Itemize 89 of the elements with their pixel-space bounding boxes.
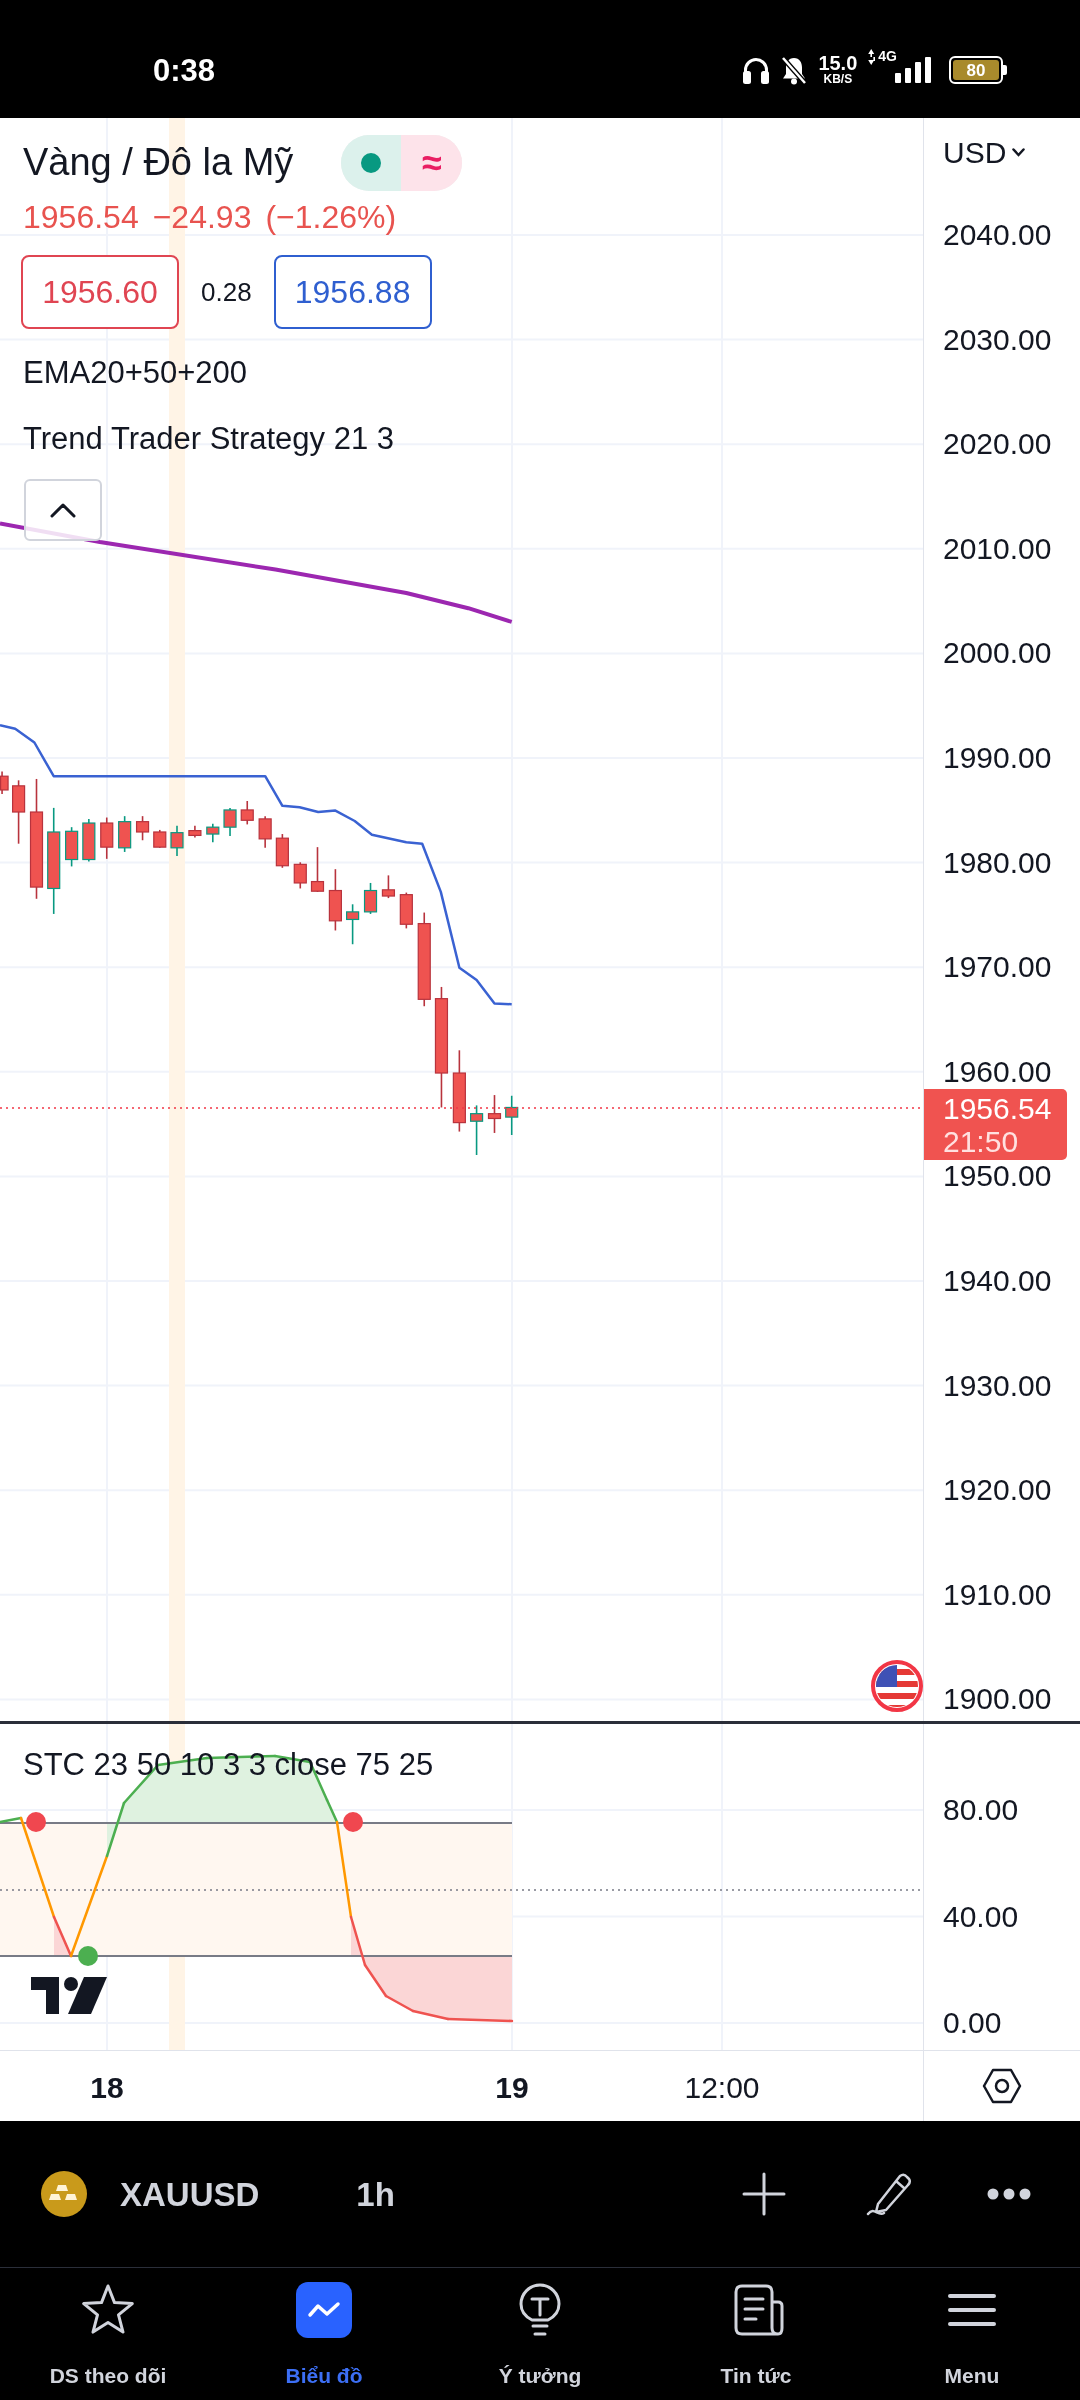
candle (188, 825, 202, 839)
candle (346, 903, 360, 946)
signal-dot-icon (343, 1812, 363, 1832)
candle (170, 825, 184, 857)
price-tick: 2020.00 (943, 429, 1052, 460)
bar-countdown: 21:50 (943, 1124, 1020, 1158)
candle (381, 874, 396, 899)
candle (469, 1104, 484, 1156)
candle (505, 1094, 519, 1136)
indicator-label[interactable]: Trend Trader Strategy 21 3 (23, 419, 395, 459)
symbol-button[interactable]: XAUUSD (120, 2177, 260, 2211)
price-tick: 1930.00 (943, 1370, 1052, 1401)
indicator-tick: 0.00 (943, 2008, 1002, 2038)
candle (135, 815, 150, 842)
buy-button[interactable]: 1956.88 (273, 255, 432, 329)
pencil-icon[interactable] (864, 2170, 912, 2218)
candle (487, 1094, 502, 1134)
time-label: 18 (90, 2071, 124, 2104)
candle (100, 816, 114, 860)
signal-dot-icon (26, 1812, 46, 1832)
candle (328, 868, 342, 932)
time-label: 19 (495, 2071, 529, 2104)
market-status-pill[interactable]: ≈ (341, 135, 463, 191)
price-tick: 1920.00 (943, 1475, 1052, 1506)
indicator-tick: 40.00 (943, 1901, 1019, 1932)
indicator-label[interactable]: EMA20+50+200 (23, 353, 248, 393)
indicator-tick: 80.00 (943, 1795, 1019, 1825)
candle (65, 826, 79, 868)
price-tick: 1900.00 (943, 1684, 1052, 1715)
nav-tab[interactable]: DS theo dõi (0, 2268, 216, 2400)
nav-tab[interactable]: Menu (864, 2268, 1080, 2400)
price-tick: 2010.00 (943, 533, 1052, 564)
candle (275, 833, 289, 869)
ingots-icon (41, 2171, 87, 2217)
nav-tab[interactable]: Ý tưởng (432, 2268, 648, 2400)
price-tick: 2000.00 (943, 638, 1052, 669)
clock-text: 0:38 (153, 54, 216, 86)
signal-bars-icon (895, 57, 931, 83)
price-change-text: −24.93 (152, 199, 252, 235)
headphones-icon (742, 56, 771, 84)
candle (153, 829, 167, 849)
candle (82, 818, 96, 863)
data-arrows-icon (867, 49, 877, 66)
price-tick: 1990.00 (943, 742, 1052, 773)
candle (0, 770, 9, 795)
candle (310, 846, 325, 893)
add-icon[interactable] (742, 2172, 786, 2216)
delay-symbol: ≈ (421, 145, 442, 181)
price-tick: 2030.00 (943, 324, 1052, 355)
price-tick: 2040.00 (943, 220, 1052, 250)
price-tick: 1970.00 (943, 952, 1052, 983)
chevron-down-icon (1012, 147, 1026, 157)
bell-muted-icon (780, 55, 809, 85)
sell-button[interactable]: 1956.60 (21, 255, 179, 329)
price-tick: 1910.00 (943, 1579, 1052, 1610)
network-type-text: 4G (878, 49, 897, 64)
nav-tab[interactable]: Tin tức (648, 2268, 864, 2400)
candle (293, 861, 307, 890)
candle (258, 815, 272, 849)
flag-icon (871, 1660, 923, 1712)
candle (118, 815, 132, 853)
price-tick: 1940.00 (943, 1265, 1052, 1296)
signal-dot-icon (78, 1946, 98, 1966)
collapse-button[interactable] (24, 479, 102, 541)
time-label: 12:00 (684, 2071, 760, 2104)
nav-tab[interactable]: Biểu đồ (216, 2268, 432, 2400)
speed-text: 15.0 (818, 53, 858, 74)
speed-unit-text: KB/S (823, 73, 853, 87)
interval-button[interactable]: 1h (356, 2177, 395, 2211)
candle (399, 891, 413, 930)
price-tick: 1980.00 (943, 847, 1052, 878)
candle (206, 822, 220, 844)
candle (363, 882, 378, 915)
spread-text: 0.28 (201, 275, 252, 309)
chart-icon (296, 2282, 352, 2338)
settings-icon[interactable] (982, 2068, 1022, 2104)
logo-icon (31, 1977, 107, 2014)
candle (240, 800, 254, 826)
price-tick: 1960.00 (943, 1056, 1052, 1087)
percent-change-text: (−1.26%) (265, 199, 397, 235)
price-tick: 1950.00 (943, 1161, 1052, 1192)
symbol-title[interactable]: Vàng / Đô la Mỹ (23, 142, 294, 184)
candle (223, 807, 237, 837)
candle (12, 779, 26, 845)
last-price-text: 1956.54 (23, 199, 139, 235)
last-price-value: 1956.54 (943, 1091, 1053, 1125)
more-icon[interactable] (987, 2188, 1031, 2200)
currency-dropdown[interactable]: USD (943, 132, 1026, 172)
battery-indicator: 80 (949, 56, 1007, 84)
